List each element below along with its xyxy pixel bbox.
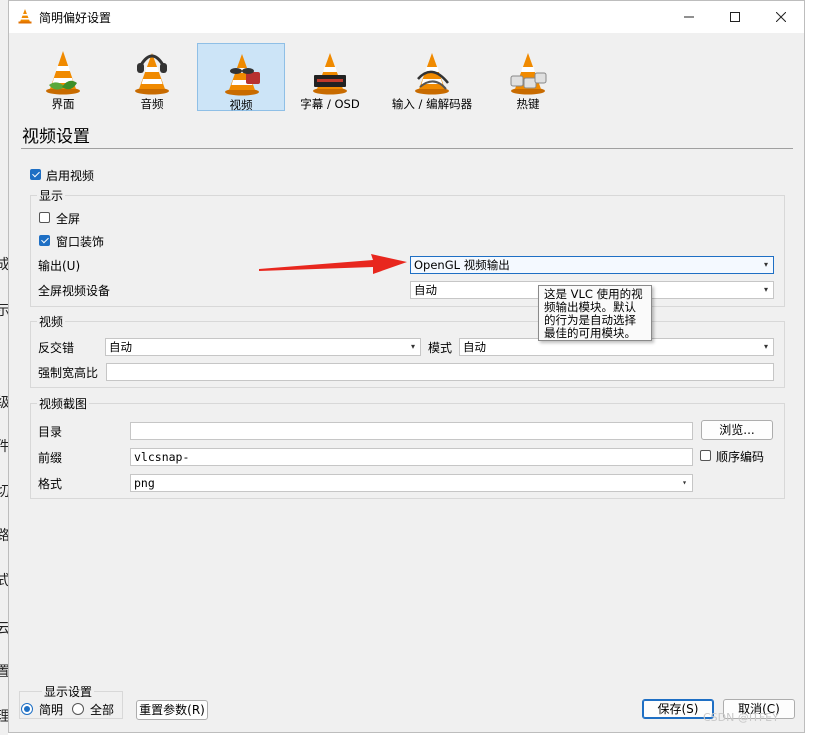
vlc-cone-interface-icon (46, 51, 80, 95)
simple-radio[interactable] (21, 703, 33, 715)
sequential-numbering-checkbox[interactable] (700, 450, 711, 461)
close-button[interactable] (758, 1, 804, 33)
vlc-cone-codecs-icon (415, 53, 449, 95)
maximize-icon (730, 12, 740, 22)
category-hotkeys-label: 热键 (516, 97, 540, 111)
minimize-button[interactable] (666, 1, 712, 33)
snapshot-format-label: 格式 (38, 477, 63, 491)
deinterlace-value: 自动 (109, 340, 132, 354)
simple-radio-label: 简明 (39, 703, 64, 717)
category-audio-label: 音频 (140, 97, 164, 111)
tooltip-line: 最佳的可用模块。 (544, 326, 636, 340)
snapshot-group-label: 视频截图 (37, 395, 90, 412)
deinterlace-select[interactable]: 自动 ▾ (105, 338, 421, 356)
close-icon (776, 12, 786, 22)
aspect-ratio-label: 强制宽高比 (38, 366, 99, 380)
chevron-down-icon: ▾ (763, 285, 768, 294)
enable-video-checkbox[interactable] (30, 169, 41, 180)
sequential-numbering-label: 顺序编码 (716, 450, 765, 464)
mode-value: 自动 (463, 340, 486, 354)
category-audio[interactable]: 音频 (108, 43, 196, 111)
chevron-down-icon: ▾ (410, 342, 415, 351)
fullscreen-device-label: 全屏视频设备 (38, 284, 111, 298)
watermark: CSDN @ITFEY (703, 711, 779, 724)
category-interface[interactable]: 界面 (19, 43, 107, 111)
category-input-codecs[interactable]: 输入 / 编解码器 (384, 43, 480, 111)
title-bar: 简明偏好设置 (9, 1, 804, 33)
snapshot-format-select[interactable]: png ▾ (130, 474, 693, 492)
snapshot-directory-input[interactable] (130, 422, 693, 440)
maximize-button[interactable] (712, 1, 758, 33)
aspect-ratio-input[interactable] (106, 363, 774, 381)
section-divider (21, 148, 793, 149)
all-radio[interactable] (72, 703, 84, 715)
fullscreen-label: 全屏 (56, 212, 81, 226)
window-decorations-checkbox[interactable] (39, 235, 50, 246)
snapshot-prefix-input[interactable]: vlcsnap- (130, 448, 693, 466)
vlc-cone-headphones-icon (135, 53, 169, 95)
category-subtitles-osd-label: 字幕 / OSD (300, 97, 360, 111)
category-interface-label: 界面 (51, 97, 75, 111)
preferences-window: 简明偏好设置 界面 音频 视频 字幕 / OSD 输入 / 编解码器 热键 视频… (8, 0, 805, 733)
output-select[interactable]: OpenGL 视频输出 ▾ (410, 256, 774, 274)
annotation-arrow-icon (259, 254, 407, 274)
category-video[interactable]: 视频 (197, 43, 285, 112)
browse-button[interactable]: 浏览... (701, 420, 773, 440)
snapshot-directory-label: 目录 (38, 425, 63, 439)
chevron-down-icon: ▾ (763, 260, 768, 269)
snapshot-format-value: png (134, 476, 155, 490)
category-video-label: 视频 (229, 98, 253, 112)
snapshot-prefix-label: 前缀 (38, 451, 63, 465)
background-window-strip: 成 示 级 件 切 路 式 云 置 理 (0, 0, 10, 735)
display-group-label: 显示 (37, 187, 66, 204)
minimize-icon (684, 16, 694, 18)
chevron-down-icon: ▾ (682, 478, 687, 487)
reset-preferences-button[interactable]: 重置参数(R) (136, 700, 208, 720)
category-hotkeys[interactable]: 热键 (484, 43, 572, 111)
vlc-cone-video-icon (225, 54, 260, 96)
chevron-down-icon: ▾ (763, 342, 768, 351)
output-label: 输出(U) (38, 259, 81, 273)
deinterlace-label: 反交错 (38, 341, 75, 355)
enable-video-label: 启用视频 (46, 169, 95, 183)
vlc-cone-icon (18, 9, 32, 24)
output-tooltip: 这是 VLC 使用的视 频输出模块。默认 的行为是自动选择 最佳的可用模块。 (538, 285, 652, 341)
fullscreen-checkbox[interactable] (39, 212, 50, 223)
category-input-codecs-label: 输入 / 编解码器 (391, 97, 473, 111)
section-title: 视频设置 (22, 127, 90, 147)
category-subtitles-osd[interactable]: 字幕 / OSD (286, 43, 374, 111)
vlc-cone-hotkeys-icon (510, 53, 547, 95)
show-settings-label: 显示设置 (42, 683, 95, 700)
output-select-value: OpenGL 视频输出 (414, 258, 510, 272)
window-decorations-label: 窗口装饰 (56, 235, 105, 249)
fullscreen-device-value: 自动 (414, 283, 437, 297)
window-title: 简明偏好设置 (39, 11, 112, 25)
video-group-label: 视频 (37, 313, 66, 330)
mode-label: 模式 (428, 341, 453, 355)
all-radio-label: 全部 (90, 703, 115, 717)
vlc-cone-subtitles-icon (313, 53, 347, 95)
